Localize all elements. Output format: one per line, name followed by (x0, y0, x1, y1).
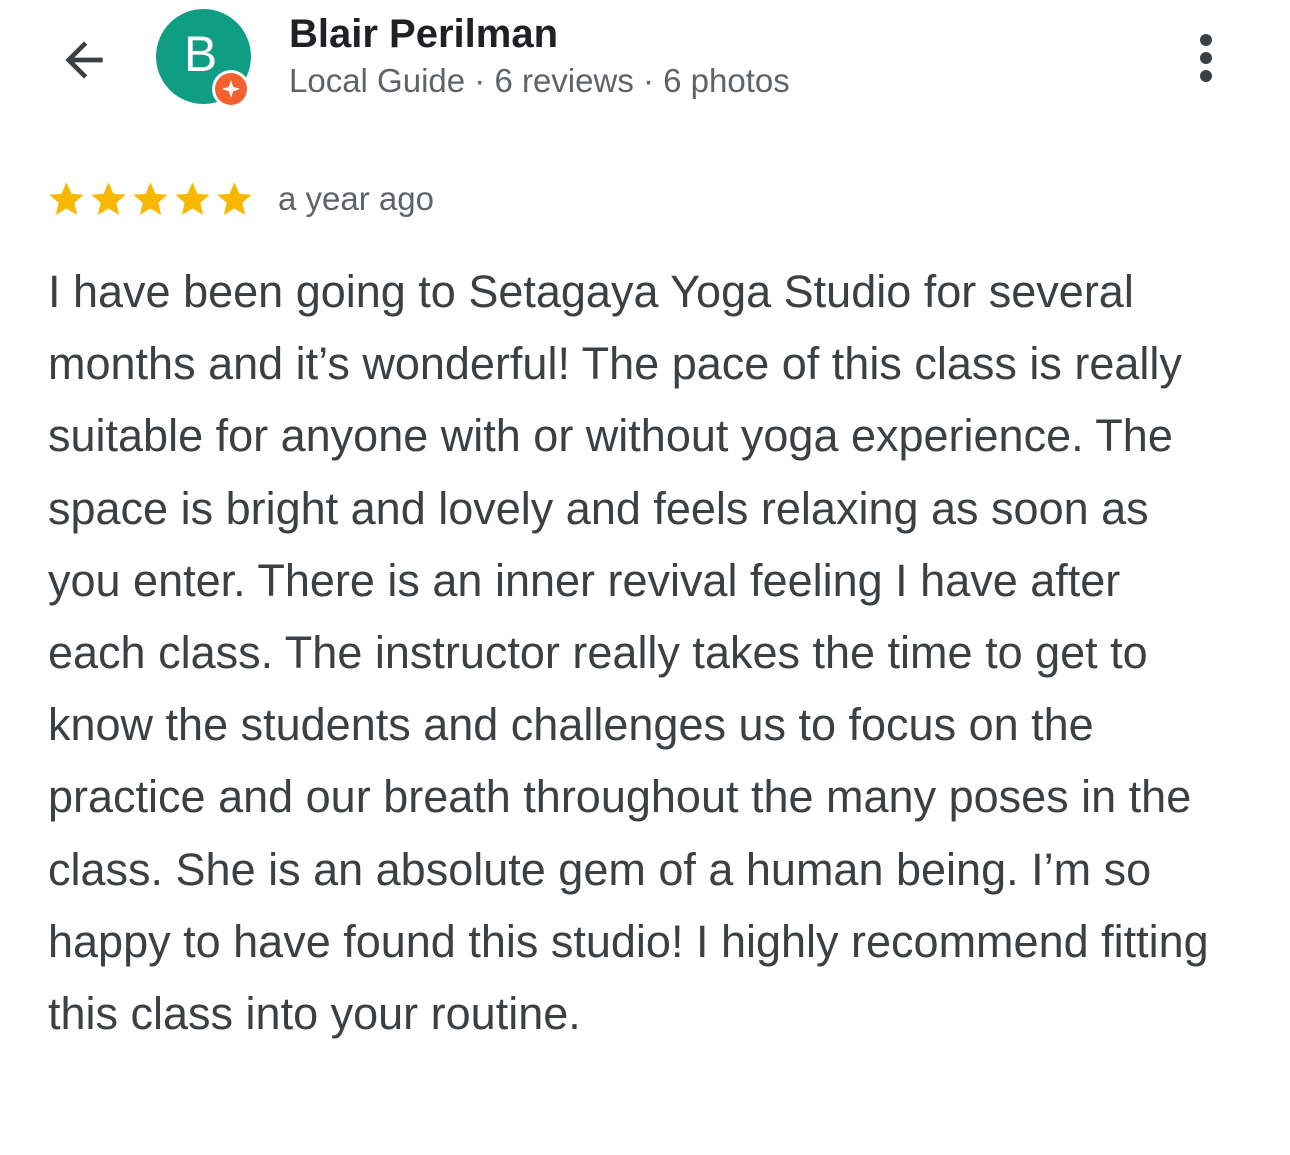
arrow-left-icon (65, 41, 103, 79)
rating-row: a year ago (46, 176, 434, 222)
local-guide-badge-fill (215, 73, 247, 105)
star-icon (133, 181, 168, 215)
star-icon (49, 181, 84, 215)
review-text: I have been going to Setagaya Yoga Studi… (48, 266, 1209, 1040)
local-guide-badge (212, 70, 250, 108)
star-icon (217, 181, 252, 215)
star-rating (46, 179, 256, 220)
author-meta: Local Guide · 6 reviews · 6 photos (289, 62, 790, 99)
author-name[interactable]: Blair Perilman (289, 12, 558, 57)
local-guide-star-icon (222, 80, 240, 98)
avatar-letter: B (183, 25, 218, 82)
star-icon (91, 181, 126, 215)
review-date: a year ago (278, 180, 434, 217)
back-button[interactable] (48, 28, 120, 92)
more-options-button[interactable] (1178, 26, 1234, 90)
review-header: B Blair Perilman Local Guide · 6 reviews… (0, 0, 1290, 130)
star-icon (175, 181, 210, 215)
more-vertical-icon (1200, 34, 1212, 82)
